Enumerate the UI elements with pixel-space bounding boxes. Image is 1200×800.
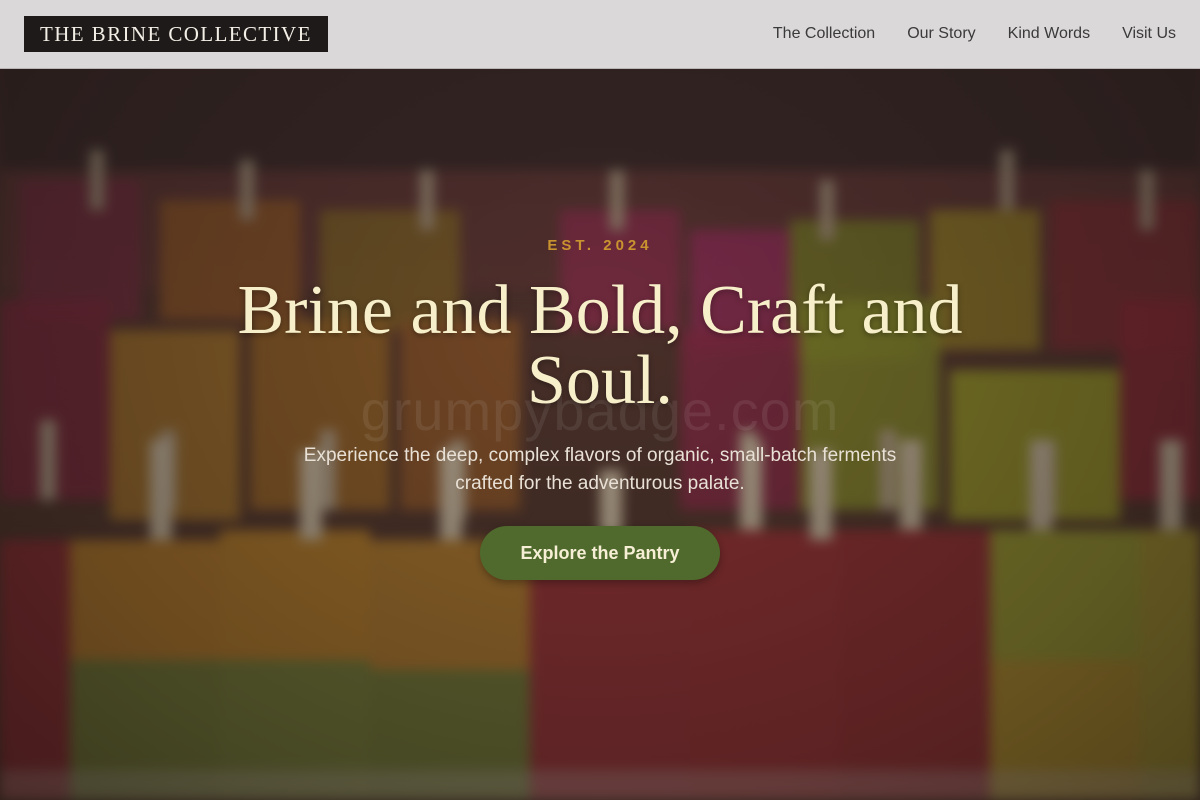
explore-pantry-button[interactable]: Explore the Pantry bbox=[480, 526, 720, 580]
site-logo[interactable]: THE BRINE COLLECTIVE bbox=[24, 16, 328, 52]
nav-link-visit-us[interactable]: Visit Us bbox=[1122, 25, 1176, 43]
hero-subheadline: Experience the deep, complex flavors of … bbox=[303, 445, 897, 494]
nav-link-our-story[interactable]: Our Story bbox=[907, 25, 975, 43]
nav-link-kind-words[interactable]: Kind Words bbox=[1008, 25, 1090, 43]
main-nav: The Collection Our Story Kind Words Visi… bbox=[773, 25, 1176, 43]
established-label: EST. 2024 bbox=[547, 237, 653, 254]
hero-section: EST. 2024 Brine and Bold, Craft and Soul… bbox=[0, 232, 1200, 580]
hero-headline: Brine and Bold, Craft and Soul. bbox=[237, 272, 963, 419]
site-header: THE BRINE COLLECTIVE The Collection Our … bbox=[0, 0, 1200, 69]
nav-link-the-collection[interactable]: The Collection bbox=[773, 25, 875, 43]
